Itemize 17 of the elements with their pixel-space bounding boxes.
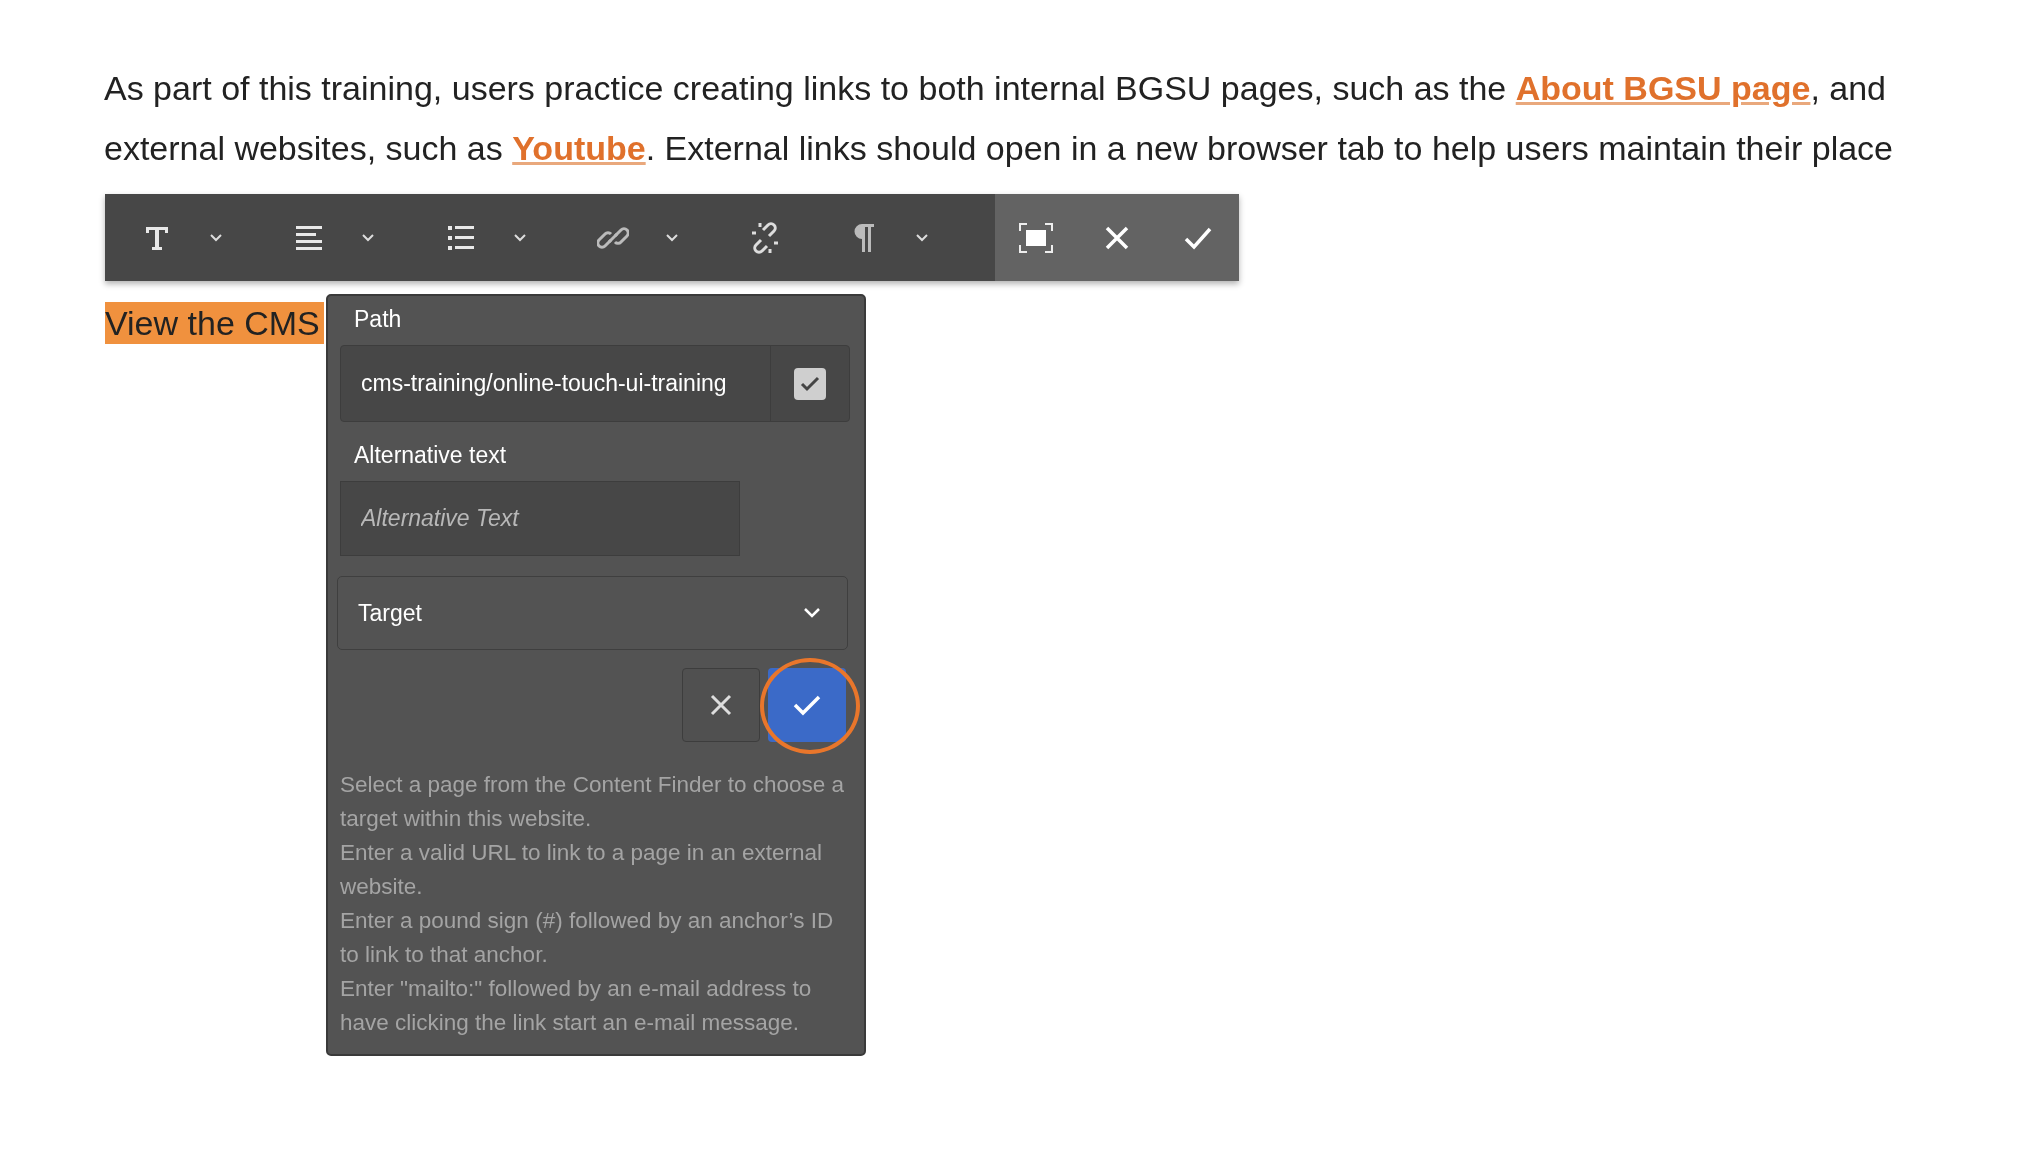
highlighted-text: View the CMS [105, 302, 324, 344]
help-text: Enter "mailto:" followed by an e-mail address to have clicking the link start an e-mail message. [340, 975, 813, 1037]
field-label: Path [353, 306, 403, 334]
checkbox[interactable] [794, 367, 826, 400]
help-text: Enter a pound sign (#) followed by an anchor’s ID to link to that anchor. [340, 907, 835, 969]
caret-icon [803, 607, 821, 619]
checkmark-icon [793, 694, 821, 716]
target-dropdown[interactable]: Target [337, 576, 848, 650]
path-field[interactable]: cms-training/online-touch-ui-training [340, 345, 850, 422]
close-icon [709, 693, 733, 717]
paragraph: As part of this training, users practice creating links to both internal BGSU pages, such as the About BGSU page, and external websites, such as Youtube. External links should open in a new browser tab to help users maintain their place [104, 68, 1895, 169]
confirm-button[interactable] [768, 668, 846, 742]
help-text: Enter a valid URL to link to a page in an external website. [340, 839, 823, 901]
field-label: Alternative text [353, 442, 508, 470]
help-text: Select a page from the Content Finder to choose a target within this website. [340, 771, 846, 833]
cancel-button[interactable] [682, 668, 760, 742]
checkmark-icon [800, 375, 820, 392]
